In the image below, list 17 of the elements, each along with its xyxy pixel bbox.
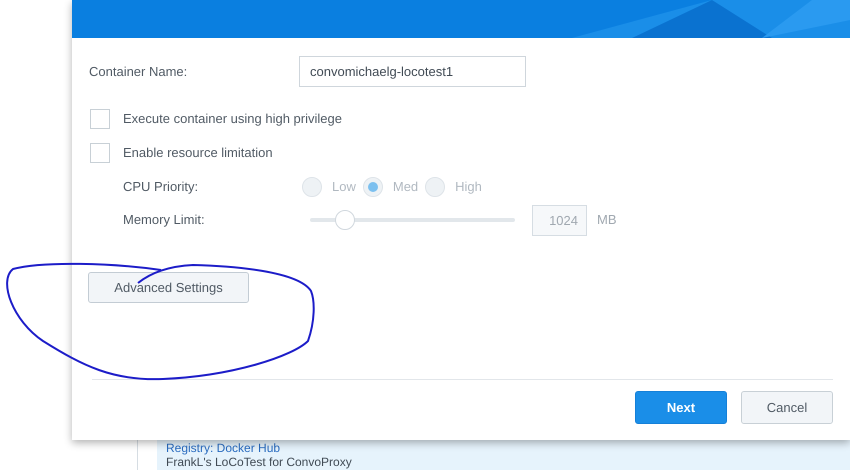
checkbox[interactable] xyxy=(90,143,110,163)
field-label: Memory Limit: xyxy=(123,211,206,230)
radio-label: High xyxy=(455,178,482,196)
cancel-button[interactable]: Cancel xyxy=(741,391,833,424)
radio-label: Low xyxy=(332,178,356,196)
list-text: FrankL's LoCoTest for ConvoProxy xyxy=(166,455,353,469)
field-label: CPU Priority: xyxy=(123,178,200,196)
checkbox-label: Execute container using high privilege xyxy=(123,110,342,128)
text-field[interactable]: convomichaelg-locotest1 xyxy=(299,56,526,87)
checkbox-label: Enable resource limitation xyxy=(123,144,273,162)
list-link[interactable]: Registry: Docker Hub xyxy=(166,441,850,455)
field-label: Container Name: xyxy=(89,62,188,81)
unit-label: MB xyxy=(597,211,616,230)
advanced-settings-button[interactable]: Advanced Settings xyxy=(88,272,249,303)
checkbox[interactable] xyxy=(90,109,110,129)
next-button[interactable]: Next xyxy=(635,391,727,424)
radio-label: Med xyxy=(392,178,418,196)
